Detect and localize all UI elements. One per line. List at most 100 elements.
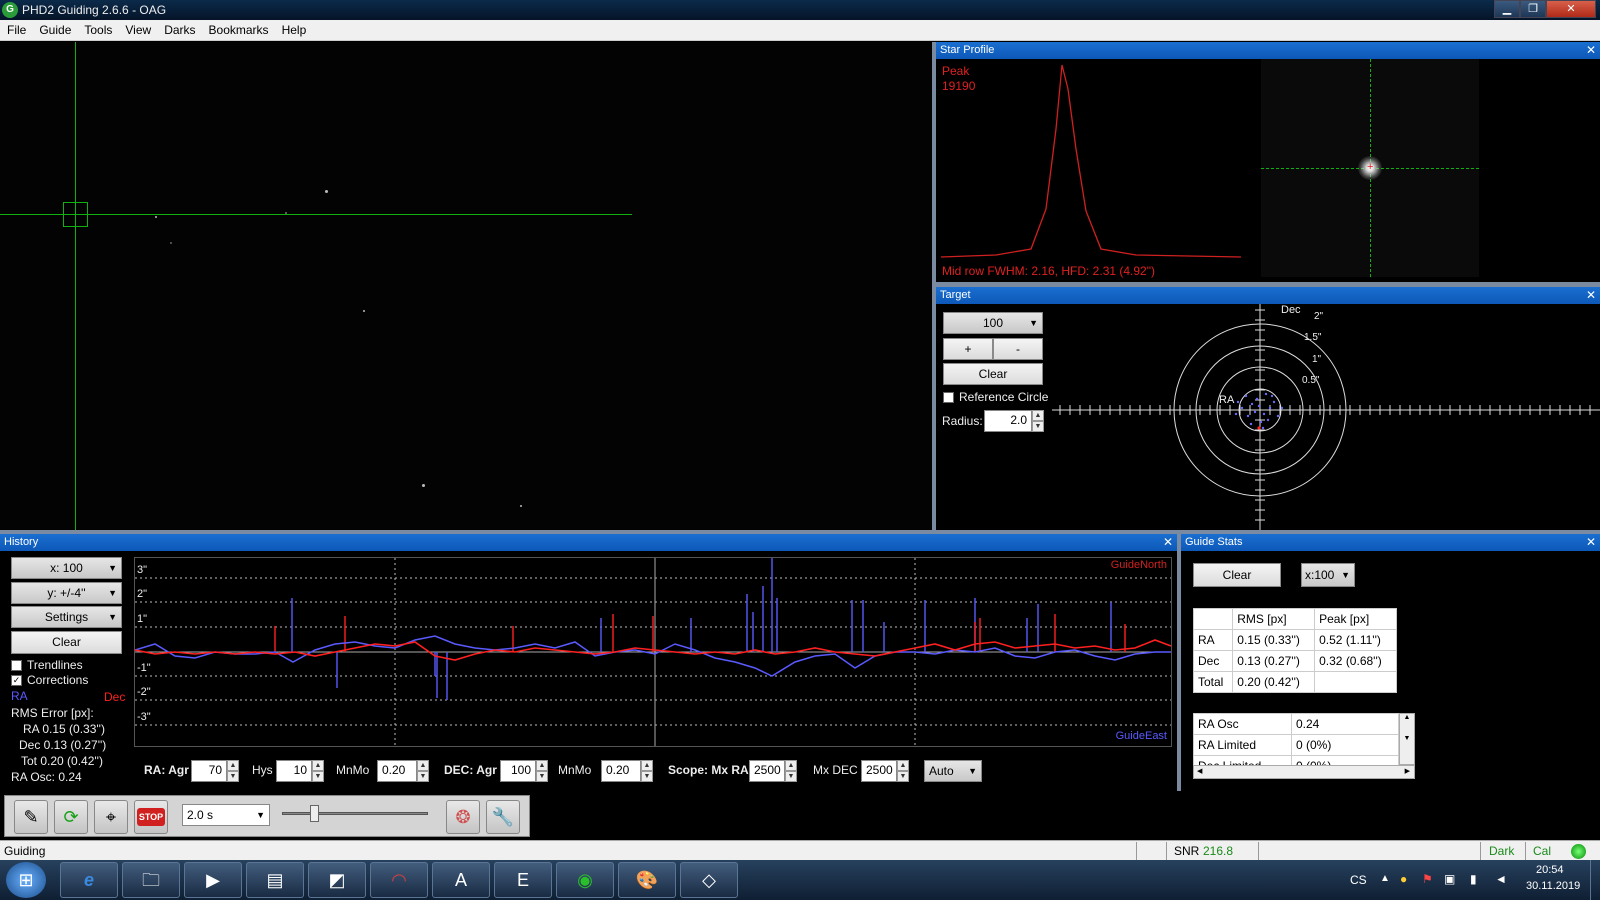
mx-ra-input[interactable]: 2500 [749, 760, 785, 782]
dec-mnmo-input[interactable]: 0.20 [601, 760, 641, 782]
ra-agr-input[interactable]: 70 [191, 760, 227, 782]
close-icon[interactable]: ✕ [1586, 288, 1596, 302]
y-label-2: 2" [137, 588, 148, 600]
tray-expand-icon[interactable]: ▲ [1380, 873, 1390, 884]
app-icon-6[interactable]: ◇ [680, 862, 738, 898]
hys-up[interactable]: ▲ [312, 760, 324, 771]
zoom-out-button[interactable]: - [993, 338, 1043, 360]
x-scale-select[interactable]: x: 100 ▼ [11, 557, 122, 579]
menu-help[interactable]: Help [275, 20, 313, 37]
tray-icon[interactable]: ● [1400, 872, 1407, 886]
hys-down[interactable]: ▼ [312, 771, 324, 782]
paint-icon[interactable]: 🎨 [618, 862, 676, 898]
crosshair-icon[interactable]: ⌖ [94, 800, 128, 834]
ra-mnmo-down[interactable]: ▼ [417, 771, 429, 782]
flag-icon[interactable]: ⚑ [1422, 872, 1433, 886]
stats-scale-select[interactable]: x:100 ▼ [1301, 563, 1355, 587]
brain-icon[interactable]: ❂ [446, 800, 480, 834]
radius-spin-up[interactable]: ▲ [1032, 410, 1044, 421]
minimize-button[interactable]: ▁ [1494, 0, 1520, 18]
network-icon[interactable]: ▮ [1470, 872, 1477, 886]
exposure-select[interactable]: 2.0 s ▼ [182, 804, 270, 826]
table-cell: RA [1192, 629, 1234, 651]
menu-file[interactable]: File [0, 20, 32, 37]
stats-list[interactable]: RA Osc0.24 RA Limited0 (0%) Dec Limited0… [1193, 713, 1399, 765]
vertical-scrollbar[interactable]: ▲ ▼ [1399, 713, 1415, 765]
close-icon[interactable]: ✕ [1163, 535, 1173, 549]
close-icon[interactable]: ✕ [1586, 535, 1596, 549]
target-title: Target [940, 289, 971, 301]
dec-agr-up[interactable]: ▲ [536, 760, 548, 771]
radius-spin-down[interactable]: ▼ [1032, 421, 1044, 432]
radius-input[interactable]: 2.0 [984, 410, 1032, 432]
tray-icon[interactable]: ▣ [1444, 872, 1455, 886]
ring-label-2: 2" [1314, 311, 1324, 322]
history-clear-button[interactable]: Clear [11, 631, 122, 654]
mx-dec-down[interactable]: ▼ [897, 771, 909, 782]
ra-agr-up[interactable]: ▲ [227, 760, 239, 771]
table-cell: Total [1192, 671, 1234, 693]
camera-view[interactable] [0, 42, 932, 530]
horizontal-scrollbar[interactable]: ◀ ▶ [1193, 765, 1415, 779]
ra-agr-down[interactable]: ▼ [227, 771, 239, 782]
target-clear-button[interactable]: Clear [943, 363, 1043, 385]
app-icon-4[interactable]: A [432, 862, 490, 898]
stop-button[interactable]: STOP [134, 800, 168, 834]
zoom-in-button[interactable]: + [943, 338, 993, 360]
mx-ra-down[interactable]: ▼ [785, 771, 797, 782]
mx-dec-input[interactable]: 2500 [861, 760, 897, 782]
ra-mnmo-input[interactable]: 0.20 [377, 760, 417, 782]
app-icon-3[interactable]: ◠ [370, 862, 428, 898]
close-button[interactable]: ✕ [1546, 0, 1596, 18]
trendlines-checkbox[interactable] [11, 660, 22, 671]
stats-clear-button[interactable]: Clear [1193, 563, 1281, 587]
ie-icon[interactable]: e [60, 862, 118, 898]
corrections-checkbox[interactable]: ✓ [11, 675, 22, 686]
ring-label-1: 1" [1312, 354, 1322, 365]
history-title-bar: History ✕ [0, 534, 1177, 551]
clock-date[interactable]: 30.11.2019 [1526, 880, 1580, 892]
gamma-slider-thumb[interactable] [310, 805, 319, 822]
dec-mnmo-up[interactable]: ▲ [641, 760, 653, 771]
phd-icon[interactable]: ◉ [556, 862, 614, 898]
menu-tools[interactable]: Tools [77, 20, 118, 37]
explorer-icon[interactable]: 🗀 [122, 862, 180, 898]
dec-agr-input[interactable]: 100 [500, 760, 536, 782]
reference-circle-checkbox[interactable] [943, 392, 954, 403]
clock-time[interactable]: 20:54 [1536, 864, 1564, 876]
ra-mnmo-up[interactable]: ▲ [417, 760, 429, 771]
app-icon-5[interactable]: E [494, 862, 552, 898]
pencil-icon[interactable]: ✎ [14, 800, 48, 834]
show-desktop-button[interactable] [1590, 860, 1600, 900]
rms-header: RMS Error [px]: [11, 706, 94, 720]
app-icon-2[interactable]: ◩ [308, 862, 366, 898]
menu-view[interactable]: View [118, 20, 157, 37]
close-icon[interactable]: ✕ [1586, 43, 1596, 57]
table-cell: RA Limited [1193, 734, 1292, 756]
stats-scale-value: x:100 [1305, 568, 1335, 582]
dec-mnmo-down[interactable]: ▼ [641, 771, 653, 782]
mx-dec-up[interactable]: ▲ [897, 760, 909, 771]
menu-bookmarks[interactable]: Bookmarks [202, 20, 275, 37]
menu-guide[interactable]: Guide [32, 20, 77, 37]
folder-icon[interactable]: ▤ [246, 862, 304, 898]
start-button[interactable]: ⊞ [6, 862, 46, 898]
y-scale-select[interactable]: y: +/-4'' ▼ [11, 582, 122, 604]
ring-label-1-5: 1.5" [1304, 332, 1322, 343]
language-indicator[interactable]: CS [1350, 873, 1367, 887]
loop-icon[interactable]: ⟳ [54, 800, 88, 834]
media-player-icon[interactable]: ▶ [184, 862, 242, 898]
dec-mode-select[interactable]: Auto ▼ [924, 760, 982, 782]
mx-ra-up[interactable]: ▲ [785, 760, 797, 771]
wrench-icon[interactable]: 🔧 [486, 800, 520, 834]
history-graph[interactable]: 3" 2" 1" -1" -2" -3" GuideNorth GuideEas… [134, 557, 1172, 747]
restore-button[interactable]: ❐ [1520, 0, 1546, 18]
settings-select[interactable]: Settings ▼ [11, 606, 122, 628]
x-scale-value: x: 100 [50, 561, 83, 575]
dec-agr-down[interactable]: ▼ [536, 771, 548, 782]
menu-darks[interactable]: Darks [157, 20, 201, 37]
gamma-slider-track[interactable] [282, 812, 428, 815]
target-scale-select[interactable]: 100 ▼ [943, 312, 1043, 334]
hys-input[interactable]: 10 [276, 760, 312, 782]
volume-icon[interactable]: ◄ [1495, 872, 1507, 886]
